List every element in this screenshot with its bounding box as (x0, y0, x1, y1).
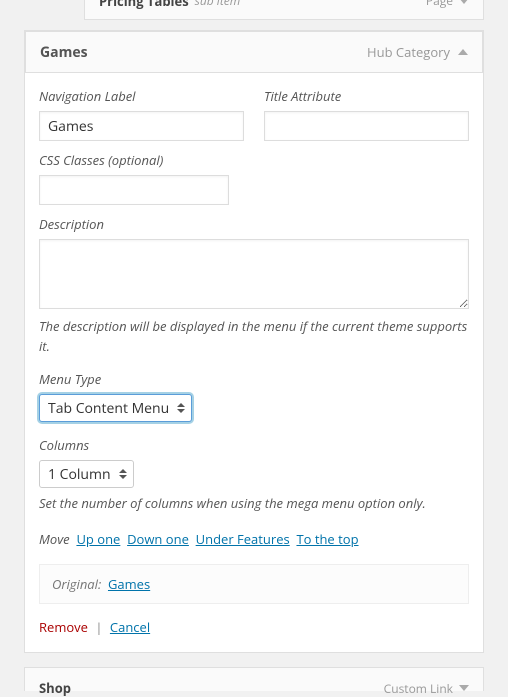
select-caret-icon (177, 403, 185, 413)
menu-item-games: Games Hub Category Navigation Label Titl… (24, 30, 484, 653)
chevron-down-icon (459, 685, 469, 691)
description-label: Description (39, 215, 469, 233)
columns-label: Columns (39, 436, 469, 454)
original-box: Original: Games (39, 564, 469, 604)
navigation-label-input[interactable] (39, 111, 244, 141)
columns-select[interactable]: 1 Column (39, 460, 134, 488)
move-to-top-link[interactable]: To the top (296, 530, 358, 548)
action-separator: | (95, 618, 102, 636)
menu-item-pricing-tables[interactable]: Pricing Tables sub item Page (84, 0, 484, 20)
description-helper: The description will be displayed in the… (39, 317, 469, 356)
menu-item-title: Pricing Tables (99, 0, 189, 10)
menu-item-title: Games (40, 43, 88, 62)
move-up-one-link[interactable]: Up one (76, 530, 120, 548)
navigation-label-label: Navigation Label (39, 87, 244, 105)
action-row: Remove | Cancel (39, 618, 469, 636)
css-classes-input[interactable] (39, 175, 229, 205)
original-label: Original: (52, 575, 101, 593)
move-row: Move Up one Down one Under Features To t… (39, 530, 469, 548)
columns-value: 1 Column (48, 465, 111, 484)
menu-type-label: Menu Type (39, 370, 469, 388)
cancel-link[interactable]: Cancel (110, 618, 150, 636)
menu-item-type: Hub Category (367, 43, 450, 61)
original-link[interactable]: Games (108, 575, 150, 593)
menu-type-value: Tab Content Menu (48, 399, 169, 418)
menu-item-header[interactable]: Games Hub Category (25, 31, 483, 73)
title-attribute-input[interactable] (264, 111, 469, 141)
menu-item-type: Page (426, 0, 453, 9)
move-under-link[interactable]: Under Features (196, 530, 290, 548)
menu-item-type: Custom Link (384, 680, 453, 697)
css-classes-label: CSS Classes (optional) (39, 151, 229, 169)
title-attribute-label: Title Attribute (264, 87, 469, 105)
description-textarea[interactable] (39, 239, 469, 309)
move-down-one-link[interactable]: Down one (127, 530, 189, 548)
columns-helper: Set the number of columns when using the… (39, 494, 469, 514)
chevron-up-icon (458, 49, 468, 55)
menu-type-select[interactable]: Tab Content Menu (39, 394, 192, 422)
chevron-down-icon (459, 0, 469, 4)
select-caret-icon (119, 469, 127, 479)
menu-item-title: Shop (39, 679, 71, 697)
remove-link[interactable]: Remove (39, 618, 88, 636)
menu-item-subtitle: sub item (195, 0, 241, 9)
menu-item-shop[interactable]: Shop Custom Link (24, 667, 484, 691)
menu-item-body: Navigation Label Title Attribute CSS Cla… (25, 73, 483, 652)
move-label: Move (39, 530, 70, 548)
